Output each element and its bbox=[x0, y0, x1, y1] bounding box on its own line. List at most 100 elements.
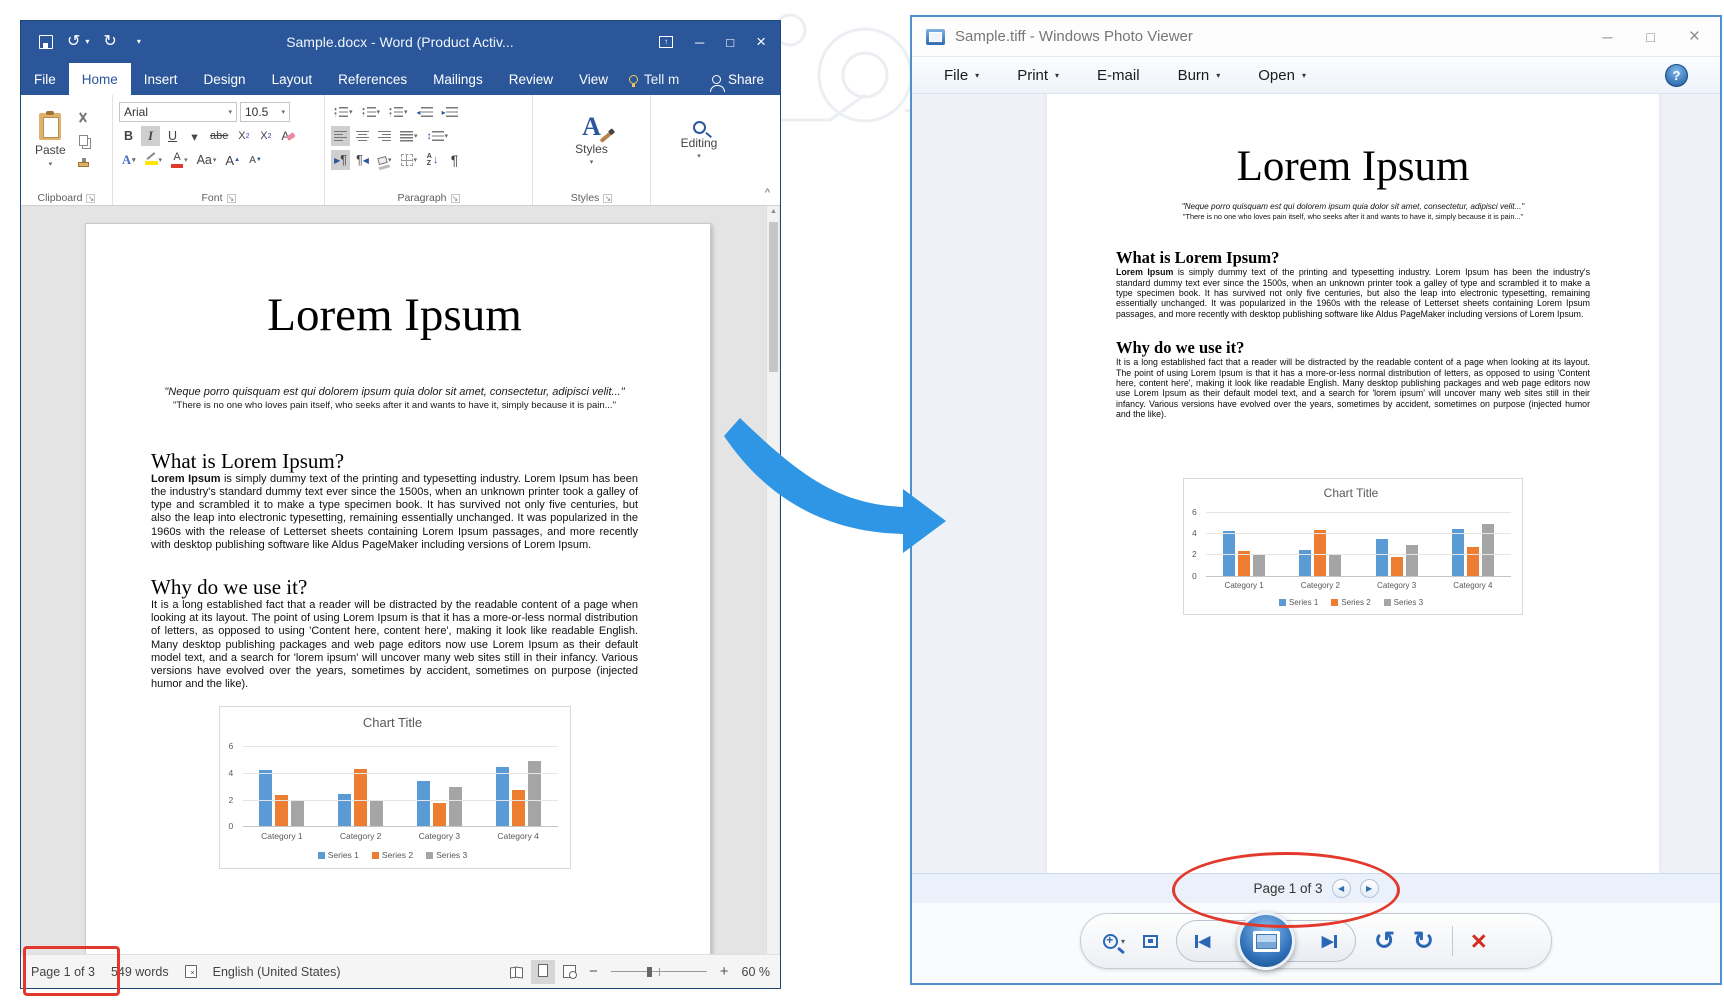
zoom-out-icon[interactable]: − bbox=[589, 963, 598, 980]
actual-size-button[interactable] bbox=[1143, 935, 1158, 948]
grow-font-button[interactable]: A▲ bbox=[222, 150, 243, 170]
bold-button[interactable]: B bbox=[119, 126, 138, 146]
maximize-icon[interactable]: □ bbox=[726, 35, 734, 50]
print-layout-icon[interactable] bbox=[538, 964, 548, 977]
multilevel-list-button[interactable]: ▾ bbox=[386, 102, 411, 122]
undo-dropdown-icon[interactable]: ▾ bbox=[85, 38, 89, 46]
ltr-direction-button[interactable]: ▶¶ bbox=[331, 150, 350, 170]
zoom-percentage[interactable]: 60 % bbox=[742, 965, 771, 979]
borders-button[interactable]: ▾ bbox=[398, 150, 421, 170]
rotate-clockwise-button[interactable]: ↻ bbox=[1413, 929, 1434, 954]
sort-button[interactable]: AZ↓ bbox=[423, 150, 442, 170]
clear-formatting-button[interactable]: A bbox=[278, 126, 298, 146]
tab-design[interactable]: Design bbox=[191, 63, 259, 95]
read-mode-icon[interactable] bbox=[510, 965, 523, 978]
web-layout-icon[interactable] bbox=[563, 965, 576, 978]
ribbon-display-options-icon[interactable]: ↑ bbox=[659, 36, 673, 48]
menu-email[interactable]: E-mail bbox=[1097, 67, 1140, 84]
chart-gridline bbox=[243, 800, 558, 801]
underline-dropdown-icon[interactable]: ▾ bbox=[185, 126, 204, 146]
show-hide-pilcrow-button[interactable]: ¶ bbox=[445, 150, 464, 170]
font-color-button[interactable]: A▾ bbox=[168, 150, 191, 170]
undo-icon[interactable]: ↺ bbox=[67, 34, 80, 50]
line-spacing-button[interactable]: ↕▾ bbox=[424, 126, 452, 146]
share-button[interactable]: Share bbox=[696, 63, 780, 95]
scroll-up-icon[interactable]: ▲ bbox=[767, 208, 780, 215]
delete-button[interactable]: × bbox=[1471, 928, 1487, 955]
copy-button[interactable] bbox=[74, 130, 93, 150]
italic-button[interactable]: I bbox=[141, 126, 160, 146]
justify-button[interactable]: ▾ bbox=[397, 126, 421, 146]
previous-image-button[interactable]: ◀ bbox=[1195, 932, 1210, 950]
maximize-icon[interactable]: □ bbox=[1646, 29, 1654, 45]
format-painter-button[interactable] bbox=[74, 152, 93, 172]
help-button[interactable]: ? bbox=[1665, 64, 1688, 87]
bar-group bbox=[321, 739, 400, 827]
word-document-page[interactable]: Lorem Ipsum "Neque porro quisquam est qu… bbox=[85, 223, 711, 956]
decrease-indent-button[interactable]: ◂ bbox=[414, 102, 436, 122]
paste-button[interactable]: Paste ▾ bbox=[27, 100, 74, 180]
numbering-button[interactable]: ▾ bbox=[359, 102, 384, 122]
collapse-ribbon-icon[interactable]: ^ bbox=[765, 187, 770, 199]
tab-layout[interactable]: Layout bbox=[259, 63, 326, 95]
redo-icon[interactable]: ↻ bbox=[103, 34, 116, 50]
shrink-font-button[interactable]: A▼ bbox=[246, 150, 265, 170]
language-indicator[interactable]: English (United States) bbox=[213, 965, 341, 979]
font-dialog-launcher[interactable]: ↘ bbox=[227, 194, 236, 203]
clipboard-dialog-launcher[interactable]: ↘ bbox=[86, 194, 95, 203]
styles-button[interactable]: A Styles ▾ bbox=[539, 100, 644, 180]
cut-button[interactable] bbox=[74, 108, 93, 128]
underline-button[interactable]: U bbox=[163, 126, 182, 146]
align-right-button[interactable] bbox=[375, 126, 394, 146]
close-icon[interactable]: × bbox=[1689, 26, 1700, 48]
paragraph-dialog-launcher[interactable]: ↘ bbox=[451, 194, 460, 203]
zoom-slider[interactable] bbox=[611, 971, 707, 973]
zoom-in-icon[interactable]: + bbox=[720, 963, 729, 980]
tab-mailings[interactable]: Mailings bbox=[420, 63, 496, 95]
bullets-button[interactable]: ▾ bbox=[331, 102, 356, 122]
zoom-button[interactable]: ▾ bbox=[1103, 934, 1125, 949]
rtl-direction-button[interactable]: ¶◀ bbox=[353, 150, 372, 170]
paste-dropdown-icon[interactable]: ▾ bbox=[49, 160, 53, 168]
pilcrow-icon: ¶ bbox=[356, 153, 363, 167]
superscript-button[interactable]: X2 bbox=[256, 126, 275, 146]
menu-file[interactable]: File▾ bbox=[944, 67, 979, 84]
tab-insert[interactable]: Insert bbox=[131, 63, 191, 95]
chart-category-label: Category 3 bbox=[400, 831, 479, 841]
menu-open[interactable]: Open▾ bbox=[1258, 67, 1306, 84]
next-image-button[interactable]: ▶ bbox=[1322, 932, 1337, 950]
align-left-button[interactable] bbox=[331, 126, 350, 146]
zoom-slider-handle[interactable] bbox=[647, 967, 652, 977]
tab-review[interactable]: Review bbox=[496, 63, 566, 95]
tell-me-box[interactable]: Tell m bbox=[621, 63, 687, 95]
subscript-x: X bbox=[238, 130, 245, 142]
rotate-counterclockwise-button[interactable]: ↺ bbox=[1374, 929, 1395, 954]
save-icon[interactable] bbox=[39, 35, 53, 49]
align-center-button[interactable] bbox=[353, 126, 372, 146]
strikethrough-button[interactable]: abe bbox=[207, 126, 231, 146]
change-case-button[interactable]: Aa▾ bbox=[194, 150, 220, 170]
proofing-icon[interactable]: × bbox=[185, 965, 197, 978]
subscript-button[interactable]: X2 bbox=[234, 126, 253, 146]
scrollbar-thumb[interactable] bbox=[769, 222, 778, 372]
increase-indent-button[interactable]: ▸ bbox=[439, 102, 461, 122]
vertical-scrollbar[interactable]: ▲ bbox=[766, 206, 779, 956]
tab-home[interactable]: Home bbox=[69, 63, 131, 95]
menu-burn[interactable]: Burn▾ bbox=[1178, 67, 1221, 84]
highlight-color-button[interactable]: ▾ bbox=[142, 150, 166, 170]
minimize-icon[interactable]: ─ bbox=[695, 35, 704, 50]
close-icon[interactable]: × bbox=[756, 32, 766, 52]
word-document-chart[interactable]: Chart Title 0246 Category 1Category 2Cat… bbox=[219, 706, 571, 869]
font-size-select[interactable]: 10.5 ▾ bbox=[240, 102, 290, 122]
minimize-icon[interactable]: ─ bbox=[1603, 29, 1613, 45]
tab-file[interactable]: File bbox=[21, 63, 69, 95]
chevron-down-icon: ▾ bbox=[349, 108, 353, 116]
shading-button[interactable]: ▾ bbox=[375, 150, 395, 170]
font-name-select[interactable]: Arial ▾ bbox=[119, 102, 237, 122]
tab-references[interactable]: References bbox=[325, 63, 420, 95]
tab-view[interactable]: View bbox=[566, 63, 621, 95]
menu-print[interactable]: Print▾ bbox=[1017, 67, 1059, 84]
text-effects-button[interactable]: A▾ bbox=[119, 150, 139, 170]
styles-dialog-launcher[interactable]: ↘ bbox=[603, 194, 612, 203]
editing-button[interactable]: Editing ▾ bbox=[657, 100, 741, 180]
